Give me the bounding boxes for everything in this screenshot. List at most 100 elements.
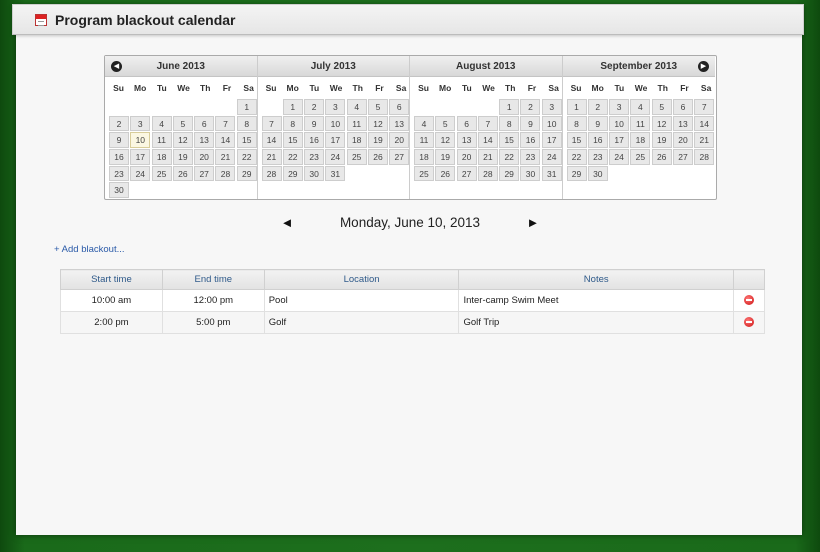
day-cell[interactable]: 8 [282, 115, 303, 132]
day-cell[interactable]: 14 [694, 115, 715, 132]
day-cell[interactable]: 16 [109, 149, 129, 165]
day-cell[interactable]: 8 [499, 115, 520, 132]
selected-day-cell[interactable]: 10 [130, 132, 151, 148]
day-cell[interactable]: 19 [172, 149, 193, 165]
day-cell[interactable]: 19 [367, 132, 388, 148]
day-cell[interactable]: 27 [456, 165, 477, 182]
day-cell[interactable]: 6 [389, 99, 410, 115]
day-cell[interactable]: 18 [346, 132, 367, 148]
day-cell[interactable]: 26 [172, 165, 193, 182]
day-cell[interactable]: 27 [389, 149, 410, 165]
day-cell[interactable]: 21 [215, 149, 236, 165]
day-cell[interactable]: 24 [609, 149, 630, 165]
day-cell[interactable]: 18 [630, 132, 651, 148]
day-cell[interactable]: 3 [325, 99, 346, 115]
day-cell[interactable]: 13 [456, 132, 477, 148]
day-cell[interactable]: 24 [325, 149, 346, 165]
day-cell[interactable]: 4 [630, 99, 651, 115]
day-cell[interactable]: 27 [194, 165, 215, 182]
day-cell[interactable]: 4 [151, 115, 172, 132]
column-header-start-time[interactable]: Start time [60, 269, 163, 290]
day-cell[interactable]: 7 [477, 115, 498, 132]
day-cell[interactable]: 5 [651, 99, 672, 115]
next-day-arrow-icon[interactable]: ► [526, 215, 540, 230]
day-cell[interactable]: 22 [236, 149, 257, 165]
day-cell[interactable]: 24 [130, 165, 151, 182]
day-cell[interactable]: 2 [520, 99, 541, 115]
day-cell[interactable]: 8 [566, 115, 587, 132]
day-cell[interactable]: 19 [435, 149, 456, 165]
day-cell[interactable]: 25 [151, 165, 172, 182]
day-cell[interactable]: 9 [587, 115, 608, 132]
day-cell[interactable]: 31 [325, 165, 346, 182]
day-cell[interactable]: 22 [566, 149, 587, 165]
day-cell[interactable]: 15 [282, 132, 303, 148]
day-cell[interactable]: 25 [630, 149, 651, 165]
day-cell[interactable]: 14 [215, 132, 236, 148]
day-cell[interactable]: 15 [566, 132, 587, 148]
day-cell[interactable]: 13 [672, 115, 693, 132]
day-cell[interactable]: 3 [541, 99, 562, 115]
day-cell[interactable]: 12 [651, 115, 672, 132]
day-cell[interactable]: 26 [435, 165, 456, 182]
day-cell[interactable]: 16 [520, 132, 541, 148]
day-cell[interactable]: 6 [456, 115, 477, 132]
day-cell[interactable]: 24 [541, 149, 562, 165]
day-cell[interactable]: 18 [151, 149, 172, 165]
day-cell[interactable]: 12 [367, 115, 388, 132]
day-cell[interactable]: 31 [541, 165, 562, 182]
day-cell[interactable]: 14 [261, 132, 282, 148]
day-cell[interactable]: 13 [389, 115, 410, 132]
day-cell[interactable]: 1 [236, 99, 257, 115]
day-cell[interactable]: 2 [304, 99, 325, 115]
remove-icon[interactable] [744, 295, 754, 306]
day-cell[interactable]: 28 [477, 165, 498, 182]
day-cell[interactable]: 22 [282, 149, 303, 165]
day-cell[interactable]: 20 [194, 149, 215, 165]
day-cell[interactable]: 10 [325, 115, 346, 132]
day-cell[interactable]: 12 [172, 132, 193, 148]
day-cell[interactable]: 26 [367, 149, 388, 165]
day-cell[interactable]: 11 [151, 132, 172, 148]
day-cell[interactable]: 1 [499, 99, 520, 115]
day-cell[interactable]: 11 [630, 115, 651, 132]
day-cell[interactable]: 17 [541, 132, 562, 148]
day-cell[interactable]: 16 [587, 132, 608, 148]
day-cell[interactable]: 4 [414, 115, 434, 132]
day-cell[interactable]: 5 [172, 115, 193, 132]
day-cell[interactable]: 26 [651, 149, 672, 165]
day-cell[interactable]: 2 [109, 115, 129, 132]
day-cell[interactable]: 7 [694, 99, 715, 115]
previous-day-arrow-icon[interactable]: ◄ [280, 215, 294, 230]
day-cell[interactable]: 12 [435, 132, 456, 148]
day-cell[interactable]: 11 [346, 115, 367, 132]
day-cell[interactable]: 11 [414, 132, 434, 148]
day-cell[interactable]: 3 [609, 99, 630, 115]
day-cell[interactable]: 8 [236, 115, 257, 132]
prev-month-icon[interactable]: ◀ [111, 61, 122, 72]
day-cell[interactable]: 23 [109, 165, 129, 182]
day-cell[interactable]: 6 [672, 99, 693, 115]
day-cell[interactable]: 3 [130, 115, 151, 132]
day-cell[interactable]: 7 [215, 115, 236, 132]
day-cell[interactable]: 1 [566, 99, 587, 115]
day-cell[interactable]: 2 [587, 99, 608, 115]
day-cell[interactable]: 29 [282, 165, 303, 182]
add-blackout-link[interactable]: + Add blackout... [54, 244, 125, 255]
day-cell[interactable]: 30 [304, 165, 325, 182]
day-cell[interactable]: 22 [499, 149, 520, 165]
day-cell[interactable]: 29 [236, 165, 257, 182]
column-header-notes[interactable]: Notes [458, 269, 734, 290]
day-cell[interactable]: 23 [587, 149, 608, 165]
day-cell[interactable]: 29 [499, 165, 520, 182]
day-cell[interactable]: 30 [109, 182, 129, 198]
day-cell[interactable]: 28 [261, 165, 282, 182]
day-cell[interactable]: 23 [520, 149, 541, 165]
day-cell[interactable]: 17 [609, 132, 630, 148]
table-row[interactable]: 10:00 am 12:00 pm Pool Inter-camp Swim M… [60, 289, 765, 312]
day-cell[interactable]: 21 [261, 149, 282, 165]
day-cell[interactable]: 21 [477, 149, 498, 165]
day-cell[interactable]: 29 [566, 165, 587, 182]
day-cell[interactable]: 5 [435, 115, 456, 132]
day-cell[interactable]: 30 [587, 165, 608, 182]
